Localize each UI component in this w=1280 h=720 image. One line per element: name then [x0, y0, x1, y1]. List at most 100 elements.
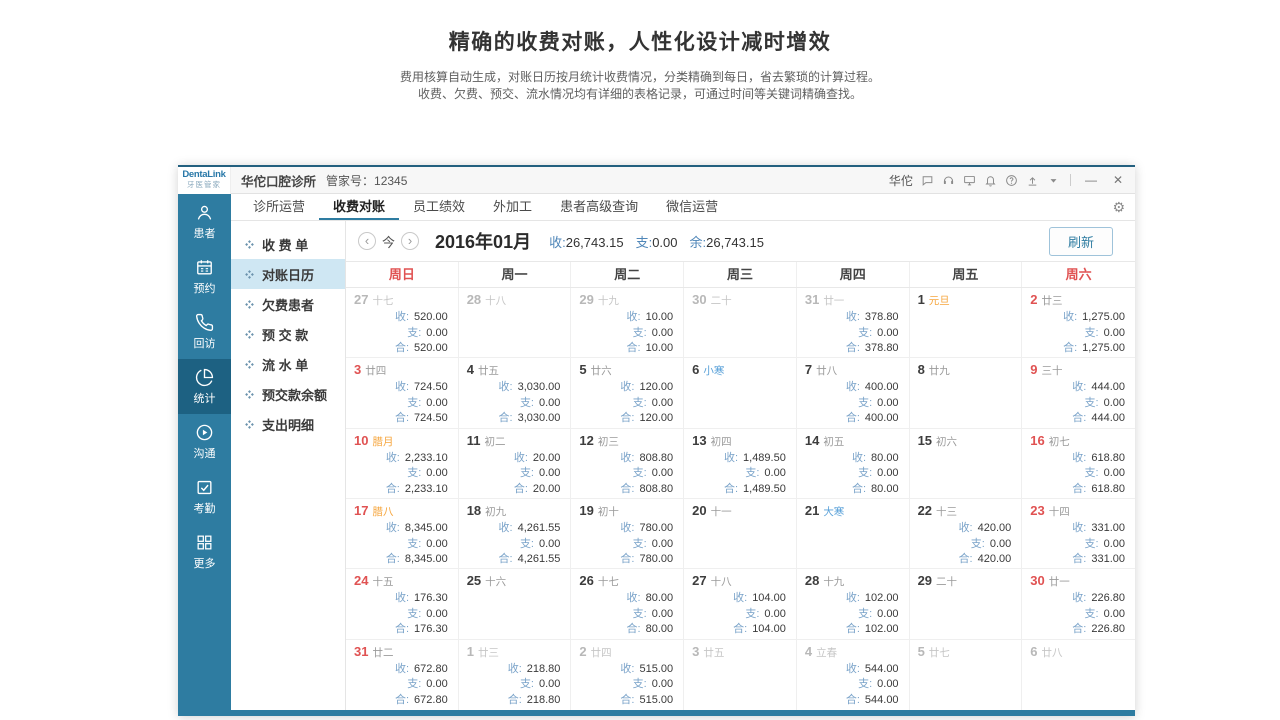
calendar-cell-20[interactable]: 16初七收:618.80支:0.00合:618.80	[1022, 429, 1135, 499]
sidebar-item-callback[interactable]: 回访	[178, 304, 231, 359]
amount-line: 收:544.00	[805, 662, 899, 678]
calendar-cell-21[interactable]: 17腊八收:8,345.00支:0.00合:8,345.00	[346, 499, 459, 569]
calendar-cell-29[interactable]: 25十六	[459, 569, 572, 639]
sidebar-item-stats[interactable]: 统计	[178, 359, 231, 414]
calendar-cell-1[interactable]: 28十八	[459, 288, 572, 358]
headset-icon[interactable]	[942, 174, 955, 187]
day-number: 6	[1030, 644, 1037, 659]
calendar-cell-7[interactable]: 3廿四收:724.50支:0.00合:724.50	[346, 358, 459, 428]
sidebar-item-patient[interactable]: 患者	[178, 194, 231, 249]
calendar-cell-6[interactable]: 2廿三收:1,275.00支:0.00合:1,275.00	[1022, 288, 1135, 358]
help-icon[interactable]	[1005, 174, 1018, 187]
tab-5[interactable]: 微信运营	[652, 194, 732, 220]
settings-gear-icon[interactable]: ⚙	[1112, 194, 1125, 220]
calendar-cell-36[interactable]: 1廿三收:218.80支:0.00合:218.80	[459, 640, 572, 710]
calendar-cell-28[interactable]: 24十五收:176.30支:0.00合:176.30	[346, 569, 459, 639]
amount-line: 合:378.80	[805, 341, 899, 357]
calendar-cell-33[interactable]: 29二十	[910, 569, 1023, 639]
calendar-cell-27[interactable]: 23十四收:331.00支:0.00合:331.00	[1022, 499, 1135, 569]
calendar-cell-25[interactable]: 21大寒	[797, 499, 910, 569]
sidebar-item-appointment[interactable]: 预约	[178, 249, 231, 304]
amount-line: 支:0.00	[579, 537, 673, 553]
upgrade-icon[interactable]	[1026, 174, 1039, 187]
submenu-item-5[interactable]: 预交款余额	[231, 379, 345, 409]
next-month-button[interactable]: ›	[401, 232, 419, 250]
calendar-cell-30[interactable]: 26十七收:80.00支:0.00合:80.00	[571, 569, 684, 639]
calendar-cell-3[interactable]: 30二十	[684, 288, 797, 358]
calendar-cell-34[interactable]: 30廿一收:226.80支:0.00合:226.80	[1022, 569, 1135, 639]
weekday-label: 周二	[571, 262, 684, 287]
calendar-cell-39[interactable]: 4立春收:544.00支:0.00合:544.00	[797, 640, 910, 710]
minimize-button[interactable]: —	[1081, 173, 1101, 187]
calendar-cell-0[interactable]: 27十七收:520.00支:0.00合:520.00	[346, 288, 459, 358]
calendar-cell-8[interactable]: 4廿五收:3,030.00支:0.00合:3,030.00	[459, 358, 572, 428]
day-number: 2	[1030, 292, 1037, 307]
amount-line: 合:80.00	[579, 622, 673, 638]
calendar-cell-4[interactable]: 31廿一收:378.80支:0.00合:378.80	[797, 288, 910, 358]
calendar-cell-22[interactable]: 18初九收:4,261.55支:0.00合:4,261.55	[459, 499, 572, 569]
calendar-cell-35[interactable]: 31廿二收:672.80支:0.00合:672.80	[346, 640, 459, 710]
tab-4[interactable]: 患者高级查询	[546, 194, 652, 220]
amount-line: 合:2,233.10	[354, 482, 448, 498]
amount-line: 支:0.00	[354, 607, 448, 623]
calendar-cell-15[interactable]: 11初二收:20.00支:0.00合:20.00	[459, 429, 572, 499]
calendar-cell-5[interactable]: 1元旦	[910, 288, 1023, 358]
calendar-cell-16[interactable]: 12初三收:808.80支:0.00合:808.80	[571, 429, 684, 499]
calendar-cell-10[interactable]: 6小寒	[684, 358, 797, 428]
sidebar-item-comm[interactable]: 沟通	[178, 414, 231, 469]
prev-month-button[interactable]: ‹	[358, 232, 376, 250]
calendar-cell-41[interactable]: 6廿八	[1022, 640, 1135, 710]
calendar-cell-13[interactable]: 9三十收:444.00支:0.00合:444.00	[1022, 358, 1135, 428]
day-number: 30	[692, 292, 706, 307]
chat-icon[interactable]	[921, 174, 934, 187]
tab-0[interactable]: 诊所运营	[239, 194, 319, 220]
titlebar: DentaLink 牙医管家 华佗口腔诊所 管家号：12345 华佗 — ✕	[178, 167, 1135, 194]
submenu-item-1[interactable]: 对账日历	[231, 259, 345, 289]
calendar-cell-19[interactable]: 15初六	[910, 429, 1023, 499]
calendar-cell-11[interactable]: 7廿八收:400.00支:0.00合:400.00	[797, 358, 910, 428]
calendar-cell-31[interactable]: 27十八收:104.00支:0.00合:104.00	[684, 569, 797, 639]
tab-2[interactable]: 员工绩效	[399, 194, 479, 220]
submenu-item-6[interactable]: 支出明细	[231, 409, 345, 439]
titlebar-icons	[921, 174, 1060, 187]
amount-line: 合:8,345.00	[354, 552, 448, 568]
close-button[interactable]: ✕	[1109, 173, 1127, 187]
calendar-cell-37[interactable]: 2廿四收:515.00支:0.00合:515.00	[571, 640, 684, 710]
calendar-cell-2[interactable]: 29十九收:10.00支:0.00合:10.00	[571, 288, 684, 358]
tab-1[interactable]: 收费对账	[319, 194, 399, 220]
current-user[interactable]: 华佗	[889, 172, 913, 189]
refresh-button[interactable]: 刷新	[1049, 227, 1113, 256]
amount-line: 合:120.00	[579, 411, 673, 427]
calendar-cell-26[interactable]: 22十三收:420.00支:0.00合:420.00	[910, 499, 1023, 569]
calendar-cell-38[interactable]: 3廿五	[684, 640, 797, 710]
bell-icon[interactable]	[984, 174, 997, 187]
sidebar-item-attendance[interactable]: 考勤	[178, 469, 231, 524]
submenu-item-label: 对账日历	[262, 265, 314, 284]
monitor-icon[interactable]	[963, 174, 976, 187]
lunar-label: 廿八	[816, 363, 837, 378]
submenu-item-label: 收 费 单	[262, 235, 308, 254]
calendar-cell-17[interactable]: 13初四收:1,489.50支:0.00合:1,489.50	[684, 429, 797, 499]
today-button[interactable]: 今	[382, 232, 395, 251]
calendar-cell-24[interactable]: 20十一	[684, 499, 797, 569]
calendar-cell-23[interactable]: 19初十收:780.00支:0.00合:780.00	[571, 499, 684, 569]
calendar-cell-14[interactable]: 10腊月收:2,233.10支:0.00合:2,233.10	[346, 429, 459, 499]
caret-down-icon[interactable]	[1047, 174, 1060, 187]
lunar-label: 立春	[816, 645, 837, 660]
submenu-item-2[interactable]: 欠费患者	[231, 289, 345, 319]
calendar-cell-32[interactable]: 28十九收:102.00支:0.00合:102.00	[797, 569, 910, 639]
amount-line: 收:520.00	[354, 310, 448, 326]
submenu-item-4[interactable]: 流 水 单	[231, 349, 345, 379]
lunar-label: 廿一	[823, 293, 844, 308]
amount-line: 合:724.50	[354, 411, 448, 427]
submenu-item-3[interactable]: 预 交 款	[231, 319, 345, 349]
amount-line: 合:618.80	[1030, 482, 1125, 498]
sidebar-item-more[interactable]: 更多	[178, 524, 231, 579]
calendar-cell-12[interactable]: 8廿九	[910, 358, 1023, 428]
submenu-item-0[interactable]: 收 费 单	[231, 229, 345, 259]
submenu-item-label: 预交款余额	[262, 385, 327, 404]
calendar-cell-9[interactable]: 5廿六收:120.00支:0.00合:120.00	[571, 358, 684, 428]
tab-3[interactable]: 外加工	[479, 194, 546, 220]
calendar-cell-40[interactable]: 5廿七	[910, 640, 1023, 710]
calendar-cell-18[interactable]: 14初五收:80.00支:0.00合:80.00	[797, 429, 910, 499]
